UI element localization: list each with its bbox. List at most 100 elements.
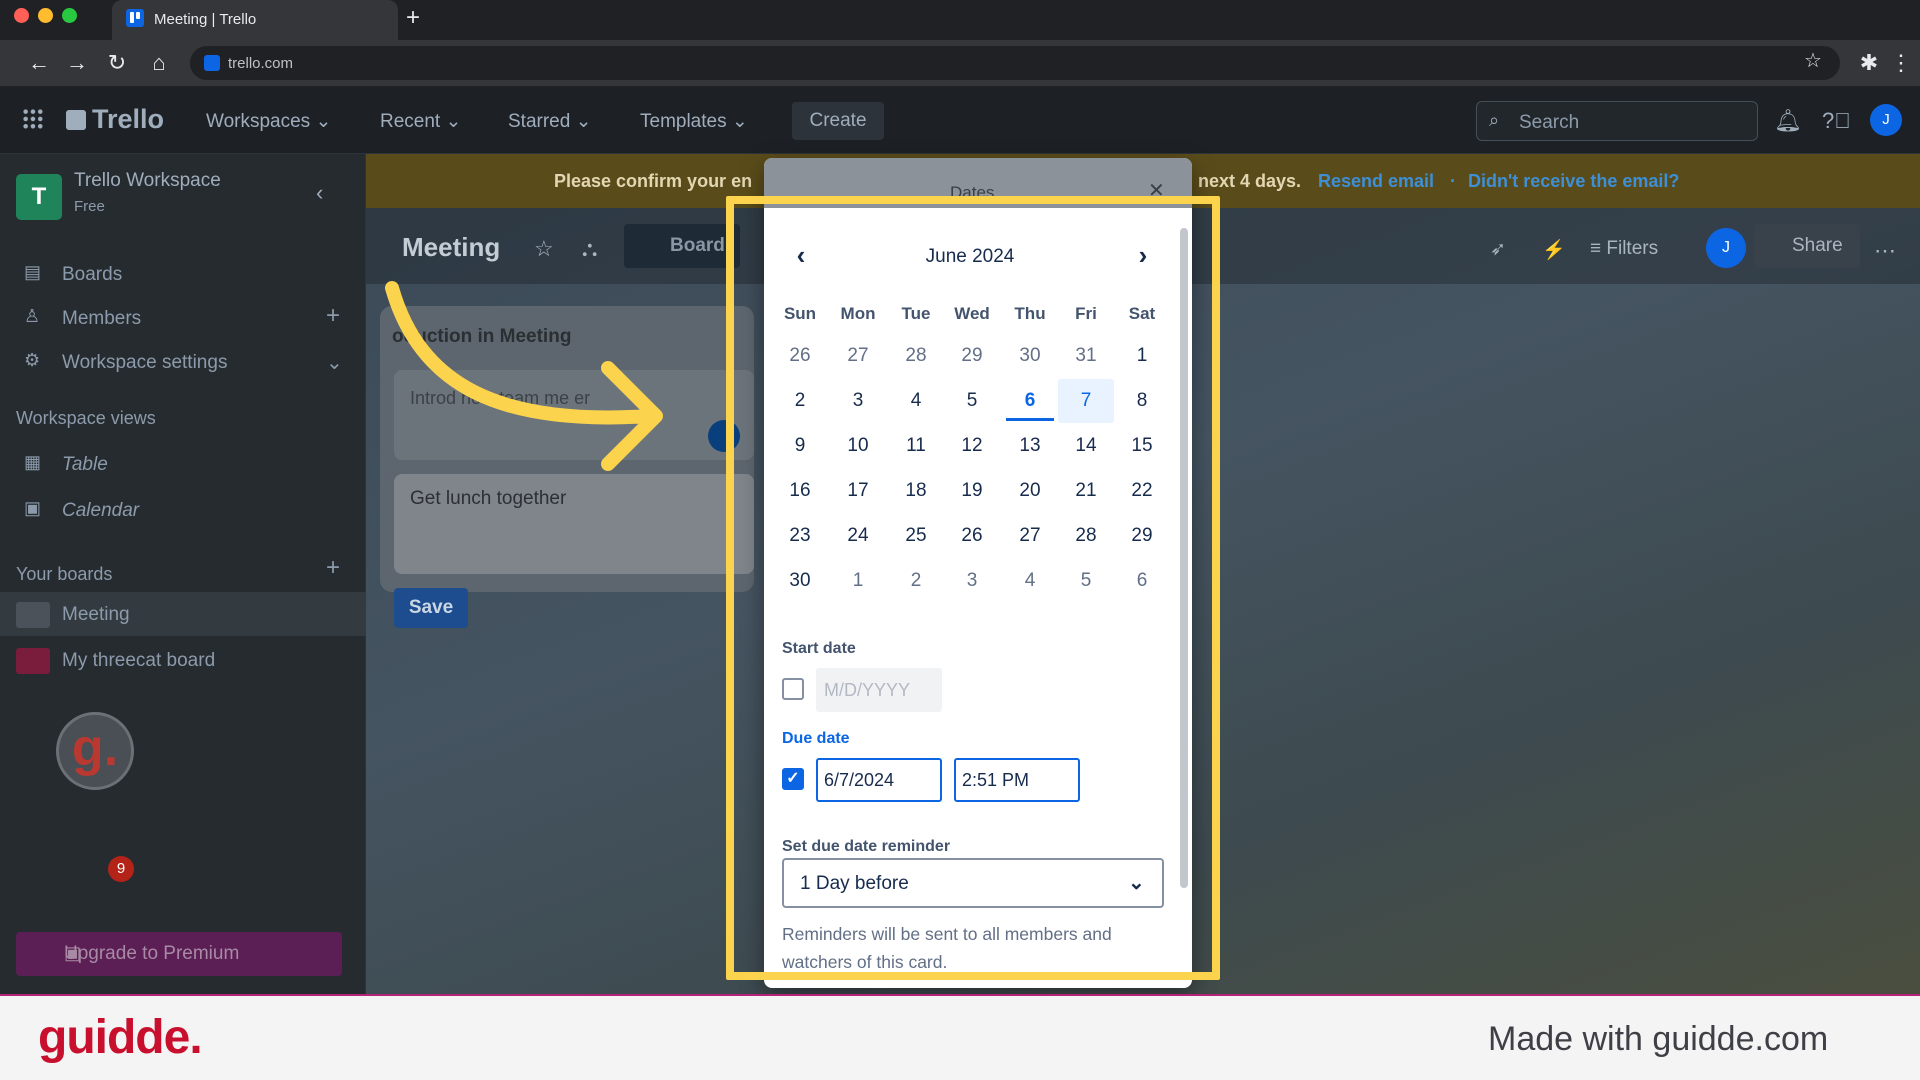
add-member-icon[interactable]: + [326,302,340,330]
new-tab-button[interactable]: + [406,4,420,32]
previous-month-icon[interactable]: ‹ [786,240,816,271]
start-date-checkbox[interactable] [782,678,804,700]
sidebar-board-threecat[interactable]: My threecat board [0,638,366,682]
sidebar-board-meeting[interactable]: Meeting [0,592,366,636]
list-card[interactable] [394,370,754,460]
calendar-day[interactable]: 2 [772,379,828,423]
power-ups-icon[interactable]: ➶ [1490,238,1506,261]
calendar-day[interactable]: 8 [1114,379,1170,423]
close-window-button[interactable] [14,8,29,23]
upgrade-to-premium-button[interactable]: ▣ Upgrade to Premium [16,932,342,976]
account-avatar[interactable]: J [1870,104,1902,136]
start-date-input[interactable]: M/D/YYYY [816,668,942,712]
sidebar-item-members[interactable]: ♙ Members + [0,296,366,340]
sidebar-item-boards[interactable]: ▤ Boards [0,252,366,296]
star-board-icon[interactable]: ☆ [534,236,554,262]
calendar-day[interactable]: 30 [1002,334,1058,378]
calendar-day[interactable]: 22 [1114,469,1170,513]
visibility-icon[interactable]: ⛬ [582,236,597,262]
calendar-day[interactable]: 1 [830,559,886,603]
trello-logo[interactable]: Trello [66,104,164,135]
reload-icon[interactable]: ↻ [104,50,130,76]
calendar-day[interactable]: 31 [1058,334,1114,378]
create-button[interactable]: Create [792,102,884,140]
calendar-day[interactable]: 15 [1114,424,1170,468]
sidebar-item-calendar[interactable]: ▣ Calendar [0,488,366,532]
next-month-icon[interactable]: › [1128,240,1158,271]
share-button[interactable]: Share [1754,224,1860,268]
collapse-sidebar-icon[interactable]: ‹ [316,180,323,206]
home-icon[interactable]: ⌂ [146,50,172,76]
board-view-switcher[interactable]: Board [624,224,740,268]
starred-menu[interactable]: Starred ⌄ [508,110,592,133]
minimize-window-button[interactable] [38,8,53,23]
calendar-day[interactable]: 18 [888,469,944,513]
filters-button[interactable]: ≡ Filters [1590,238,1658,260]
browser-menu-icon[interactable]: ⋮ [1888,50,1914,76]
sidebar-item-table[interactable]: ▦ Table [0,442,366,486]
calendar-day[interactable]: 29 [944,334,1000,378]
automation-icon[interactable]: ⚡ [1542,238,1566,262]
add-board-icon[interactable]: + [326,554,340,582]
templates-menu[interactable]: Templates ⌄ [640,110,748,133]
calendar-day[interactable]: 6 [1002,379,1058,423]
board-member-avatar[interactable]: J [1706,228,1746,268]
calendar-day[interactable]: 26 [944,514,1000,558]
calendar-day[interactable]: 16 [772,469,828,513]
close-popover-icon[interactable]: ✕ [1148,178,1165,203]
calendar-day[interactable]: 21 [1058,469,1114,513]
due-date-input[interactable]: 6/7/2024 [816,758,942,802]
workspace-name[interactable]: Trello Workspace [74,170,221,192]
calendar-day[interactable]: 27 [1002,514,1058,558]
no-email-link[interactable]: Didn't receive the email? [1468,171,1679,192]
guidde-widget-icon[interactable]: g. [56,712,134,790]
calendar-day[interactable]: 11 [888,424,944,468]
calendar-day[interactable]: 12 [944,424,1000,468]
calendar-day[interactable]: 1 [1114,334,1170,378]
calendar-day[interactable]: 27 [830,334,886,378]
calendar-day[interactable]: 30 [772,559,828,603]
calendar-day[interactable]: 29 [1114,514,1170,558]
app-switcher-icon[interactable] [22,108,44,130]
extensions-icon[interactable]: ✱ [1856,50,1882,76]
sidebar-item-workspace-settings[interactable]: ⚙ Workspace settings ⌄ [0,340,366,384]
calendar-day[interactable]: 17 [830,469,886,513]
help-icon[interactable]: ?⃝ [1822,108,1851,134]
calendar-day[interactable]: 23 [772,514,828,558]
calendar-day[interactable]: 19 [944,469,1000,513]
chevron-down-icon[interactable]: ⌄ [326,350,343,375]
calendar-day[interactable]: 4 [888,379,944,423]
calendar-day[interactable]: 4 [1002,559,1058,603]
bookmark-star-icon[interactable]: ☆ [1804,48,1822,73]
address-bar[interactable]: trello.com [190,46,1840,80]
calendar-day[interactable]: 26 [772,334,828,378]
calendar-day[interactable]: 25 [888,514,944,558]
calendar-day[interactable]: 10 [830,424,886,468]
calendar-day[interactable]: 28 [888,334,944,378]
calendar-day[interactable]: 7 [1058,379,1114,423]
back-icon[interactable]: ← [26,50,52,76]
calendar-day[interactable]: 9 [772,424,828,468]
list-title[interactable]: oduction in Meeting [392,326,571,348]
board-title[interactable]: Meeting [402,232,500,263]
calendar-day[interactable]: 28 [1058,514,1114,558]
due-time-input[interactable]: 2:51 PM [954,758,1080,802]
calendar-day[interactable]: 5 [1058,559,1114,603]
calendar-day[interactable]: 5 [944,379,1000,423]
popover-scrollbar[interactable] [1180,228,1188,888]
reminder-select[interactable]: 1 Day before ⌄ [782,858,1164,908]
board-menu-icon[interactable]: ⋯ [1874,238,1896,264]
calendar-day[interactable]: 13 [1002,424,1058,468]
calendar-day[interactable]: 3 [944,559,1000,603]
save-button[interactable]: Save [394,588,468,628]
browser-tab[interactable]: Meeting | Trello [112,0,398,40]
notifications-icon[interactable]: 🔔︎ [1774,108,1802,134]
search-input[interactable]: ⌕ Search [1476,101,1758,141]
recent-menu[interactable]: Recent ⌄ [380,110,461,133]
workspaces-menu[interactable]: Workspaces ⌄ [206,110,331,133]
resend-email-link[interactable]: Resend email [1318,171,1434,192]
calendar-day[interactable]: 2 [888,559,944,603]
calendar-day[interactable]: 6 [1114,559,1170,603]
calendar-day[interactable]: 24 [830,514,886,558]
forward-icon[interactable]: → [64,50,90,76]
